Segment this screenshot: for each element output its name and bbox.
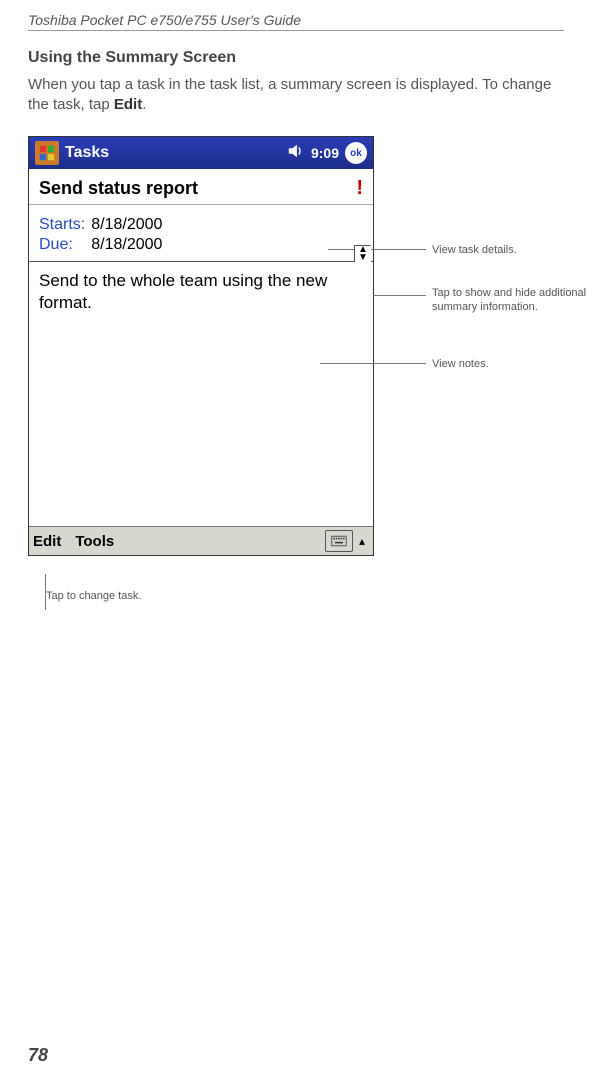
device-screenshot: Tasks 9:09 ok Send status report ! Start… [28, 136, 374, 556]
starts-value: 8/18/2000 [91, 215, 168, 235]
start-icon[interactable] [35, 141, 59, 165]
bottom-bar: Edit Tools ▴ [29, 527, 373, 555]
ok-button[interactable]: ok [345, 142, 367, 164]
section-title: Using the Summary Screen [28, 49, 564, 67]
page-number: 78 [28, 1045, 48, 1066]
notes-area[interactable]: Send to the whole team using the new for… [29, 262, 373, 527]
keyboard-icon[interactable] [325, 530, 353, 552]
clock-time: 9:09 [311, 145, 339, 161]
toggle-details-button[interactable]: ▲▼ [354, 245, 371, 262]
sip-up-icon[interactable]: ▴ [355, 531, 369, 551]
titlebar: Tasks 9:09 ok [29, 137, 373, 169]
due-value: 8/18/2000 [91, 235, 168, 255]
callout-line-change [45, 574, 46, 610]
starts-label: Starts: [39, 215, 91, 235]
tools-menu[interactable]: Tools [75, 533, 114, 550]
callout-change-task: Tap to change task. [46, 590, 564, 602]
screenshot-container: View task details. Tap to show and hide … [28, 136, 564, 602]
body-text-part1: When you tap a task in the task list, a … [28, 76, 551, 113]
body-paragraph: When you tap a task in the task list, a … [28, 75, 564, 114]
app-title: Tasks [65, 144, 287, 162]
task-details: Starts: 8/18/2000 Due: 8/18/2000 ▲▼ [29, 205, 373, 262]
callout-line-toggle [373, 295, 426, 296]
body-text-part2: . [142, 96, 146, 113]
speaker-icon[interactable] [287, 142, 305, 165]
edit-menu[interactable]: Edit [33, 533, 61, 550]
task-header: Send status report ! [29, 169, 373, 205]
callout-line-notes [320, 363, 426, 364]
task-title: Send status report [39, 178, 198, 199]
callout-view-details: View task details. [432, 243, 517, 257]
body-text-bold: Edit [114, 96, 142, 113]
callout-view-notes: View notes. [432, 357, 489, 371]
page-header: Toshiba Pocket PC e750/e755 User's Guide [28, 12, 564, 31]
callout-toggle: Tap to show and hide additional summary … [432, 286, 592, 315]
priority-icon: ! [356, 177, 363, 200]
due-label: Due: [39, 235, 91, 255]
